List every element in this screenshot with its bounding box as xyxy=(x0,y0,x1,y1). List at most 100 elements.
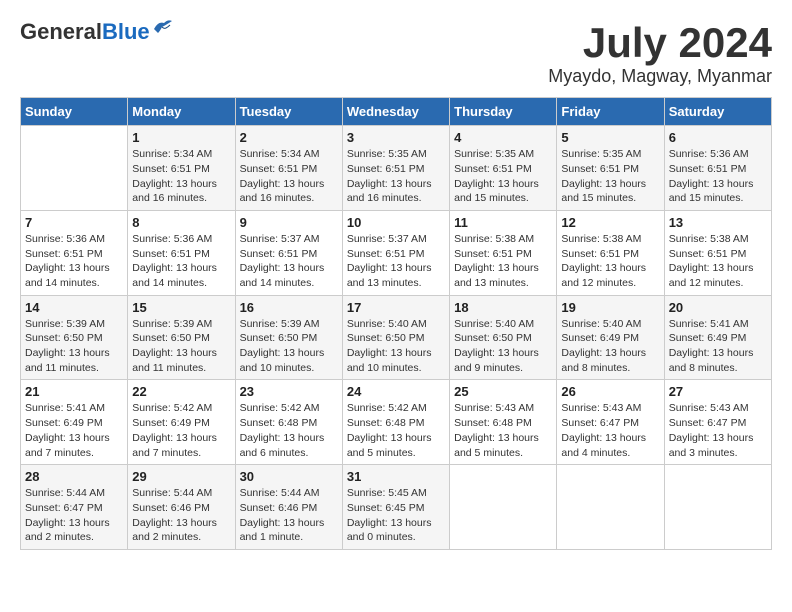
day-number: 15 xyxy=(132,300,230,315)
day-number: 18 xyxy=(454,300,552,315)
day-detail: Sunrise: 5:35 AM Sunset: 6:51 PM Dayligh… xyxy=(454,147,552,206)
day-detail: Sunrise: 5:44 AM Sunset: 6:46 PM Dayligh… xyxy=(240,486,338,545)
day-cell: 24 Sunrise: 5:42 AM Sunset: 6:48 PM Dayli… xyxy=(342,380,449,465)
day-detail: Sunrise: 5:36 AM Sunset: 6:51 PM Dayligh… xyxy=(132,232,230,291)
day-detail: Sunrise: 5:45 AM Sunset: 6:45 PM Dayligh… xyxy=(347,486,445,545)
day-cell: 27 Sunrise: 5:43 AM Sunset: 6:47 PM Dayli… xyxy=(664,380,771,465)
day-number: 10 xyxy=(347,215,445,230)
day-cell xyxy=(557,465,664,550)
day-number: 6 xyxy=(669,130,767,145)
day-cell: 12Sunrise: 5:38 AM Sunset: 6:51 PM Dayli… xyxy=(557,210,664,295)
day-number: 14 xyxy=(25,300,123,315)
day-detail: Sunrise: 5:43 AM Sunset: 6:47 PM Dayligh… xyxy=(669,401,767,460)
day-number: 29 xyxy=(132,469,230,484)
day-cell: 14 Sunrise: 5:39 AM Sunset: 6:50 PM Dayli… xyxy=(21,295,128,380)
day-number: 27 xyxy=(669,384,767,399)
column-header-sunday: Sunday xyxy=(21,98,128,126)
day-number: 30 xyxy=(240,469,338,484)
day-detail: Sunrise: 5:39 AM Sunset: 6:50 PM Dayligh… xyxy=(240,317,338,376)
day-detail: Sunrise: 5:36 AM Sunset: 6:51 PM Dayligh… xyxy=(669,147,767,206)
day-cell: 30 Sunrise: 5:44 AM Sunset: 6:46 PM Dayli… xyxy=(235,465,342,550)
day-cell: 23 Sunrise: 5:42 AM Sunset: 6:48 PM Dayli… xyxy=(235,380,342,465)
day-number: 31 xyxy=(347,469,445,484)
day-cell: 16 Sunrise: 5:39 AM Sunset: 6:50 PM Dayli… xyxy=(235,295,342,380)
day-number: 23 xyxy=(240,384,338,399)
day-detail: Sunrise: 5:42 AM Sunset: 6:48 PM Dayligh… xyxy=(347,401,445,460)
column-header-saturday: Saturday xyxy=(664,98,771,126)
day-cell: 4 Sunrise: 5:35 AM Sunset: 6:51 PM Daylig… xyxy=(450,126,557,211)
day-number: 28 xyxy=(25,469,123,484)
day-number: 17 xyxy=(347,300,445,315)
day-cell: 26 Sunrise: 5:43 AM Sunset: 6:47 PM Dayli… xyxy=(557,380,664,465)
day-detail: Sunrise: 5:44 AM Sunset: 6:47 PM Dayligh… xyxy=(25,486,123,545)
column-header-tuesday: Tuesday xyxy=(235,98,342,126)
day-detail: Sunrise: 5:43 AM Sunset: 6:48 PM Dayligh… xyxy=(454,401,552,460)
day-number: 2 xyxy=(240,130,338,145)
day-number: 4 xyxy=(454,130,552,145)
day-detail: Sunrise: 5:39 AM Sunset: 6:50 PM Dayligh… xyxy=(25,317,123,376)
day-number: 26 xyxy=(561,384,659,399)
day-cell xyxy=(664,465,771,550)
day-detail: Sunrise: 5:34 AM Sunset: 6:51 PM Dayligh… xyxy=(132,147,230,206)
day-cell: 17 Sunrise: 5:40 AM Sunset: 6:50 PM Dayli… xyxy=(342,295,449,380)
day-number: 13 xyxy=(669,215,767,230)
day-cell: 15 Sunrise: 5:39 AM Sunset: 6:50 PM Dayli… xyxy=(128,295,235,380)
day-cell: 20Sunrise: 5:41 AM Sunset: 6:49 PM Dayli… xyxy=(664,295,771,380)
day-cell: 21Sunrise: 5:41 AM Sunset: 6:49 PM Dayli… xyxy=(21,380,128,465)
column-header-thursday: Thursday xyxy=(450,98,557,126)
logo-text: GeneralBlue xyxy=(20,20,150,44)
day-detail: Sunrise: 5:43 AM Sunset: 6:47 PM Dayligh… xyxy=(561,401,659,460)
week-row-5: 28 Sunrise: 5:44 AM Sunset: 6:47 PM Dayli… xyxy=(21,465,772,550)
day-number: 3 xyxy=(347,130,445,145)
day-number: 9 xyxy=(240,215,338,230)
day-number: 5 xyxy=(561,130,659,145)
day-detail: Sunrise: 5:35 AM Sunset: 6:51 PM Dayligh… xyxy=(561,147,659,206)
logo-bird-icon xyxy=(152,19,174,37)
calendar-table: SundayMondayTuesdayWednesdayThursdayFrid… xyxy=(20,97,772,550)
day-detail: Sunrise: 5:37 AM Sunset: 6:51 PM Dayligh… xyxy=(240,232,338,291)
day-detail: Sunrise: 5:35 AM Sunset: 6:51 PM Dayligh… xyxy=(347,147,445,206)
day-cell: 13 Sunrise: 5:38 AM Sunset: 6:51 PM Dayli… xyxy=(664,210,771,295)
day-detail: Sunrise: 5:38 AM Sunset: 6:51 PM Dayligh… xyxy=(669,232,767,291)
day-detail: Sunrise: 5:42 AM Sunset: 6:48 PM Dayligh… xyxy=(240,401,338,460)
day-detail: Sunrise: 5:39 AM Sunset: 6:50 PM Dayligh… xyxy=(132,317,230,376)
day-cell: 8 Sunrise: 5:36 AM Sunset: 6:51 PM Daylig… xyxy=(128,210,235,295)
week-row-4: 21Sunrise: 5:41 AM Sunset: 6:49 PM Dayli… xyxy=(21,380,772,465)
day-detail: Sunrise: 5:37 AM Sunset: 6:51 PM Dayligh… xyxy=(347,232,445,291)
day-detail: Sunrise: 5:38 AM Sunset: 6:51 PM Dayligh… xyxy=(454,232,552,291)
column-header-monday: Monday xyxy=(128,98,235,126)
column-header-friday: Friday xyxy=(557,98,664,126)
day-cell: 10 Sunrise: 5:37 AM Sunset: 6:51 PM Dayli… xyxy=(342,210,449,295)
day-cell xyxy=(21,126,128,211)
day-number: 1 xyxy=(132,130,230,145)
day-number: 16 xyxy=(240,300,338,315)
day-detail: Sunrise: 5:36 AM Sunset: 6:51 PM Dayligh… xyxy=(25,232,123,291)
location-title: Myaydo, Magway, Myanmar xyxy=(548,66,772,87)
month-title: July 2024 xyxy=(548,20,772,66)
header-row: SundayMondayTuesdayWednesdayThursdayFrid… xyxy=(21,98,772,126)
week-row-3: 14 Sunrise: 5:39 AM Sunset: 6:50 PM Dayli… xyxy=(21,295,772,380)
day-detail: Sunrise: 5:40 AM Sunset: 6:50 PM Dayligh… xyxy=(347,317,445,376)
column-header-wednesday: Wednesday xyxy=(342,98,449,126)
day-cell: 1 Sunrise: 5:34 AM Sunset: 6:51 PM Daylig… xyxy=(128,126,235,211)
page-header: GeneralBlue July 2024 Myaydo, Magway, My… xyxy=(20,20,772,87)
day-cell: 5 Sunrise: 5:35 AM Sunset: 6:51 PM Daylig… xyxy=(557,126,664,211)
day-detail: Sunrise: 5:40 AM Sunset: 6:50 PM Dayligh… xyxy=(454,317,552,376)
week-row-1: 1 Sunrise: 5:34 AM Sunset: 6:51 PM Daylig… xyxy=(21,126,772,211)
week-row-2: 7 Sunrise: 5:36 AM Sunset: 6:51 PM Daylig… xyxy=(21,210,772,295)
day-number: 24 xyxy=(347,384,445,399)
day-detail: Sunrise: 5:42 AM Sunset: 6:49 PM Dayligh… xyxy=(132,401,230,460)
day-cell: 9 Sunrise: 5:37 AM Sunset: 6:51 PM Daylig… xyxy=(235,210,342,295)
day-cell: 28 Sunrise: 5:44 AM Sunset: 6:47 PM Dayli… xyxy=(21,465,128,550)
day-number: 8 xyxy=(132,215,230,230)
day-cell: 11Sunrise: 5:38 AM Sunset: 6:51 PM Dayli… xyxy=(450,210,557,295)
day-cell: 22Sunrise: 5:42 AM Sunset: 6:49 PM Dayli… xyxy=(128,380,235,465)
day-detail: Sunrise: 5:44 AM Sunset: 6:46 PM Dayligh… xyxy=(132,486,230,545)
day-cell: 19Sunrise: 5:40 AM Sunset: 6:49 PM Dayli… xyxy=(557,295,664,380)
day-cell: 3 Sunrise: 5:35 AM Sunset: 6:51 PM Daylig… xyxy=(342,126,449,211)
day-cell: 2Sunrise: 5:34 AM Sunset: 6:51 PM Daylig… xyxy=(235,126,342,211)
day-number: 25 xyxy=(454,384,552,399)
day-cell xyxy=(450,465,557,550)
day-number: 7 xyxy=(25,215,123,230)
day-number: 19 xyxy=(561,300,659,315)
